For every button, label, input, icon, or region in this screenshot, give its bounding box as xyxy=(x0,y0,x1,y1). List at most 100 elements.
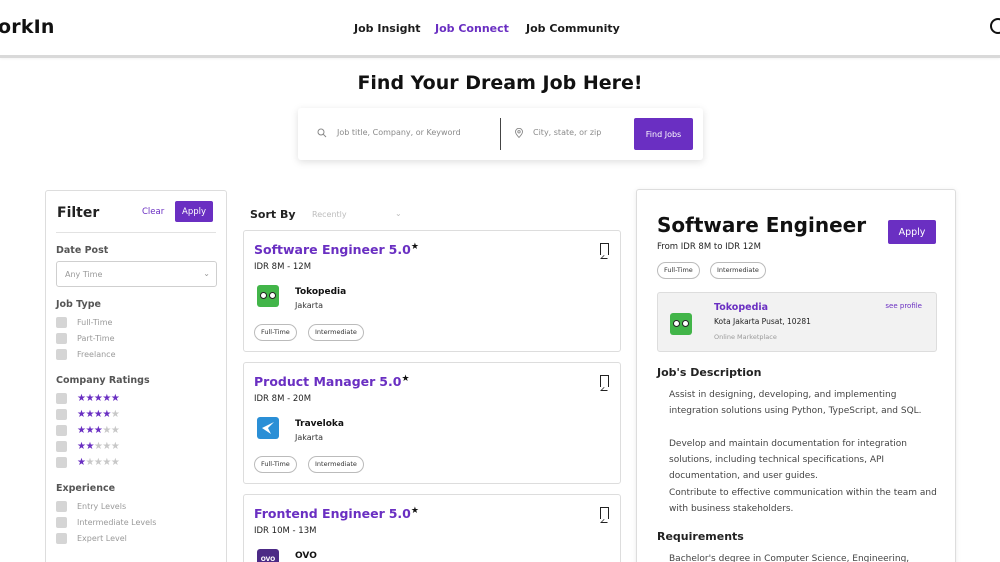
sort-label: Sort By xyxy=(250,208,296,221)
find-jobs-button[interactable]: Find Jobs xyxy=(634,118,693,150)
company-address: Kota Jakarta Pusat, 10281 xyxy=(714,317,811,326)
clear-filter-link[interactable]: Clear xyxy=(142,207,164,217)
requirements-heading: Requirements xyxy=(657,530,744,543)
profile-icon[interactable] xyxy=(990,18,1000,34)
rating-option-3[interactable]: ★★★★★ xyxy=(56,424,120,436)
sort-select[interactable]: Recently xyxy=(312,210,347,219)
job-card[interactable]: Software Engineer 5.0★ IDR 8M - 12M Tokop… xyxy=(243,230,621,352)
nav-job-connect[interactable]: Job Connect xyxy=(435,22,509,35)
tag-full-time: Full-Time xyxy=(254,456,297,473)
company-name: Traveloka xyxy=(295,419,344,429)
star-rating-icon: ★★★★★ xyxy=(77,424,120,436)
location-input[interactable]: City, state, or zip xyxy=(533,128,601,137)
keyword-input[interactable]: Job title, Company, or Keyword xyxy=(337,128,461,137)
filter-title: Filter xyxy=(57,205,100,221)
date-post-value: Any Time xyxy=(65,270,103,279)
apply-filter-button[interactable]: Apply xyxy=(175,201,213,222)
company-ratings-label: Company Ratings xyxy=(56,375,150,386)
rating-option-2[interactable]: ★★★★★ xyxy=(56,440,120,452)
tokopedia-logo xyxy=(257,285,279,307)
tag-full-time: Full-Time xyxy=(657,262,700,279)
checkbox[interactable] xyxy=(56,500,67,512)
job-card[interactable]: Frontend Engineer 5.0★ IDR 10M - 13M OVO … xyxy=(243,494,621,562)
job-rating: 5.0★ xyxy=(379,374,410,390)
checkbox[interactable] xyxy=(56,440,67,452)
tokopedia-logo xyxy=(670,313,692,335)
checkbox[interactable] xyxy=(56,456,67,468)
rating-option-5[interactable]: ★★★★★ xyxy=(56,392,120,404)
job-type-option[interactable]: Freelance xyxy=(56,348,116,360)
star-rating-icon: ★★★★★ xyxy=(77,392,120,404)
job-type-option[interactable]: Part-Time xyxy=(56,332,115,344)
job-rating: 5.0★ xyxy=(388,242,419,258)
checkbox[interactable] xyxy=(56,348,67,360)
job-detail-panel: Software Engineer Apply From IDR 8M to I… xyxy=(636,189,956,562)
company-name: OVO xyxy=(295,551,317,561)
description-item: Contribute to effective communication wi… xyxy=(669,488,937,514)
nav-job-community[interactable]: Job Community xyxy=(526,22,620,35)
job-type-option[interactable]: Full-Time xyxy=(56,316,112,328)
search-icon xyxy=(317,128,327,138)
nav-job-insight[interactable]: Job Insight xyxy=(354,22,421,35)
filter-divider xyxy=(56,232,216,233)
company-city: Jakarta xyxy=(295,301,323,310)
star-rating-icon: ★★★★★ xyxy=(77,408,120,420)
tag-intermediate: Intermediate xyxy=(308,456,364,473)
traveloka-logo xyxy=(257,417,279,439)
job-salary: IDR 8M - 20M xyxy=(254,394,312,404)
company-type: Online Marketplace xyxy=(714,333,777,341)
date-post-label: Date Post xyxy=(56,245,109,256)
page-title: Find Your Dream Job Here! xyxy=(357,72,643,94)
search-bar: Job title, Company, or Keyword City, sta… xyxy=(298,108,703,160)
checkbox[interactable] xyxy=(56,408,67,420)
company-name: Tokopedia xyxy=(295,287,347,297)
see-profile-link[interactable]: see profile xyxy=(885,302,922,310)
experience-option[interactable]: Intermediate Levels xyxy=(56,516,156,528)
date-post-select[interactable]: Any Time ⌄ xyxy=(56,261,217,287)
checkbox[interactable] xyxy=(56,424,67,436)
location-pin-icon xyxy=(515,128,523,138)
apply-job-button[interactable]: Apply xyxy=(888,220,936,244)
detail-salary: From IDR 8M to IDR 12M xyxy=(657,242,761,252)
job-title[interactable]: Software Engineer 5.0★ xyxy=(254,242,419,257)
checkbox[interactable] xyxy=(56,332,67,344)
bookmark-icon[interactable] xyxy=(599,375,609,391)
bookmark-icon[interactable] xyxy=(599,243,609,259)
star-rating-icon: ★★★★★ xyxy=(77,456,120,468)
job-salary: IDR 10M - 13M xyxy=(254,526,317,536)
description-item: Assist in designing, developing, and imp… xyxy=(669,390,922,416)
ovo-logo: OVO xyxy=(257,549,279,562)
job-description-heading: Job's Description xyxy=(657,366,762,379)
chevron-down-icon[interactable]: ⌄ xyxy=(395,209,402,218)
rating-option-1[interactable]: ★★★★★ xyxy=(56,456,120,468)
checkbox[interactable] xyxy=(56,392,67,404)
experience-option[interactable]: Entry Levels xyxy=(56,500,126,512)
job-title[interactable]: Product Manager 5.0★ xyxy=(254,374,410,389)
star-icon: ★ xyxy=(401,374,410,384)
chevron-down-icon: ⌄ xyxy=(203,269,210,278)
tag-intermediate: Intermediate xyxy=(710,262,766,279)
checkbox[interactable] xyxy=(56,516,67,528)
job-type-label: Job Type xyxy=(56,299,101,310)
brand-logo[interactable]: orkIn xyxy=(0,16,55,38)
detail-job-title: Software Engineer xyxy=(657,213,867,237)
description-item: Develop and maintain documentation for i… xyxy=(669,439,907,481)
company-city: Jakarta xyxy=(295,433,323,442)
star-icon: ★ xyxy=(410,242,419,252)
job-card[interactable]: Product Manager 5.0★ IDR 8M - 20M Travelo… xyxy=(243,362,621,484)
experience-label: Experience xyxy=(56,483,116,494)
detail-company-name[interactable]: Tokopedia xyxy=(714,302,768,313)
checkbox[interactable] xyxy=(56,316,67,328)
requirement-item: Bachelor's degree in Computer Science, E… xyxy=(669,554,910,562)
rating-option-4[interactable]: ★★★★★ xyxy=(56,408,120,420)
checkbox[interactable] xyxy=(56,532,67,544)
star-rating-icon: ★★★★★ xyxy=(77,440,120,452)
bookmark-icon[interactable] xyxy=(599,507,609,523)
top-navbar: orkIn Job Insight Job Connect Job Commun… xyxy=(0,0,1000,58)
experience-option[interactable]: Expert Level xyxy=(56,532,127,544)
company-info-card: Tokopedia see profile Kota Jakarta Pusat… xyxy=(657,292,937,352)
search-divider xyxy=(500,118,501,150)
job-title[interactable]: Frontend Engineer 5.0★ xyxy=(254,506,419,521)
tag-intermediate: Intermediate xyxy=(308,324,364,341)
star-icon: ★ xyxy=(410,506,419,516)
